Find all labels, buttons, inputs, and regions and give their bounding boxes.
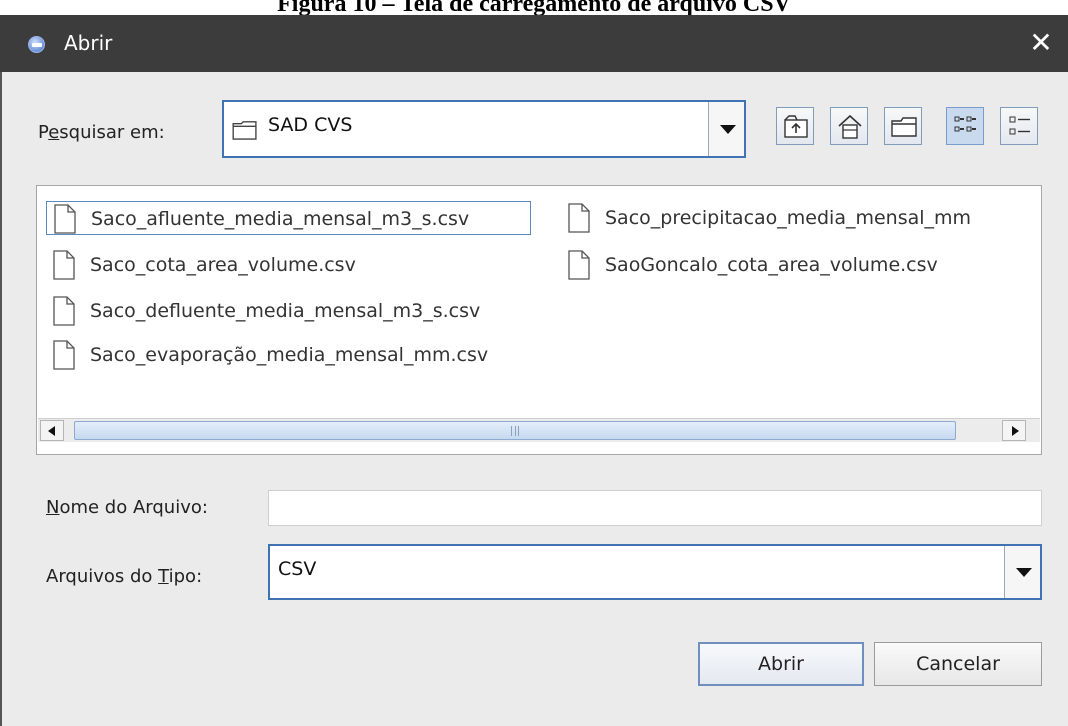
up-one-level-icon: [784, 115, 808, 138]
look-in-label: Pesquisar em:: [38, 122, 165, 143]
home-icon: [838, 114, 862, 139]
list-view-button[interactable]: [946, 107, 984, 145]
new-folder-icon: [891, 117, 917, 137]
file-icon: [568, 203, 590, 233]
list-item[interactable]: Saco_afluente_media_mensal_m3_s.csv: [46, 201, 531, 235]
figure-caption: Figura 10 – Tela de carregamento de arqu…: [277, 0, 791, 16]
file-icon: [53, 296, 75, 326]
file-list[interactable]: Saco_afluente_media_mensal_m3_s.csv Saco…: [36, 185, 1042, 455]
list-item[interactable]: Saco_precipitacao_media_mensal_mm: [561, 201, 1041, 235]
home-button[interactable]: [830, 107, 868, 145]
chevron-down-icon[interactable]: [1004, 546, 1040, 598]
chevron-down-icon[interactable]: [708, 102, 744, 156]
file-icon: [53, 250, 75, 280]
horizontal-scrollbar[interactable]: [38, 418, 1040, 442]
details-view-icon: [1009, 116, 1030, 135]
file-icon: [54, 204, 76, 234]
filename-input[interactable]: [268, 490, 1042, 526]
list-item[interactable]: Saco_evaporação_media_mensal_mm.csv: [46, 338, 566, 372]
look-in-value: SAD CVS: [268, 114, 353, 136]
scroll-left-button[interactable]: [40, 420, 64, 441]
file-icon: [568, 250, 590, 280]
scroll-thumb[interactable]: [74, 421, 956, 440]
title-bar: Abrir ✕: [0, 15, 1068, 72]
new-folder-button[interactable]: [884, 107, 922, 145]
window-title: Abrir: [64, 31, 113, 55]
cancel-button[interactable]: Cancelar: [874, 642, 1042, 686]
list-item[interactable]: Saco_defluente_media_mensal_m3_s.csv: [46, 294, 531, 328]
list-view-icon: [954, 116, 976, 132]
java-app-icon: [28, 36, 45, 53]
details-view-button[interactable]: [1000, 107, 1038, 145]
file-icon: [53, 340, 75, 370]
look-in-combo[interactable]: SAD CVS: [222, 100, 746, 158]
close-button[interactable]: ✕: [1026, 29, 1056, 59]
up-one-level-button[interactable]: [776, 107, 814, 145]
scroll-right-button[interactable]: [1002, 420, 1026, 441]
grip-icon: [511, 426, 519, 436]
list-item[interactable]: Saco_cota_area_volume.csv: [46, 248, 531, 282]
filetype-label: Arquivos do Tipo:: [46, 566, 203, 587]
filename-label: Nome do Arquivo:: [46, 497, 208, 518]
filetype-value: CSV: [278, 558, 317, 580]
window-left-edge: [0, 72, 10, 726]
open-button[interactable]: Abrir: [698, 642, 864, 686]
folder-icon: [232, 121, 257, 140]
filetype-combo[interactable]: CSV: [268, 544, 1042, 600]
list-item[interactable]: SaoGoncalo_cota_area_volume.csv: [561, 248, 1041, 282]
